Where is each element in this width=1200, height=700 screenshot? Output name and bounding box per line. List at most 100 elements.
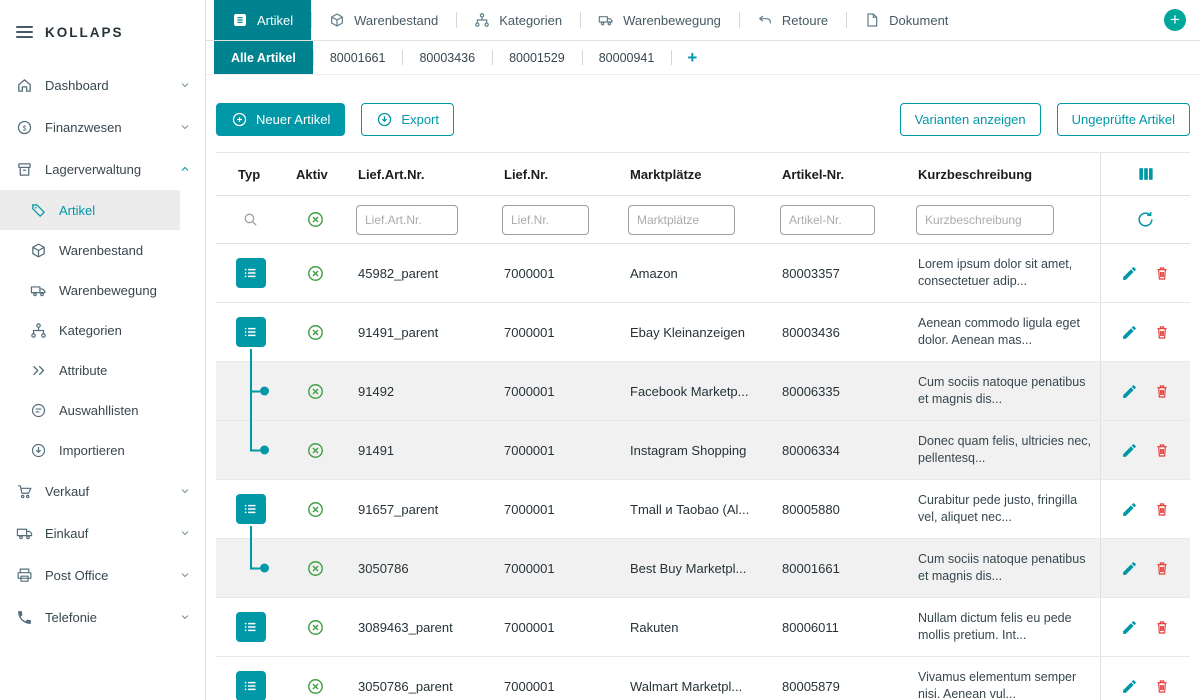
- table-row: 3089463_parent 7000001 Rakuten 80006011 …: [216, 598, 1190, 657]
- trash-icon[interactable]: [1154, 265, 1170, 281]
- export-button[interactable]: Export: [361, 103, 454, 136]
- trash-icon[interactable]: [1154, 619, 1170, 635]
- sidebar-item-importieren[interactable]: Importieren: [0, 430, 205, 470]
- sidebar-item-verkauf[interactable]: Verkauf: [0, 470, 205, 512]
- table-row-child: 91491 7000001 Instagram Shopping 8000633…: [216, 421, 1190, 480]
- actions-cell: [1100, 480, 1190, 538]
- pencil-icon[interactable]: [1121, 383, 1138, 400]
- filter-lief-art-nr-input[interactable]: [356, 205, 458, 235]
- sidebar-item-label: Finanzwesen: [45, 120, 122, 135]
- pencil-icon[interactable]: [1121, 324, 1138, 341]
- list-square-icon[interactable]: [236, 258, 266, 288]
- tab-kategorien[interactable]: Kategorien: [456, 0, 580, 40]
- sidebar-item-finanzwesen[interactable]: $ Finanzwesen: [0, 106, 205, 148]
- list-square-icon[interactable]: [236, 494, 266, 524]
- new-article-button[interactable]: Neuer Artikel: [216, 103, 345, 136]
- subtab-80000941[interactable]: 80000941: [582, 41, 672, 74]
- sidebar-item-warenbewegung[interactable]: Warenbewegung: [0, 270, 205, 310]
- lief-art-nr-cell: 3050786_parent: [346, 679, 492, 694]
- category-tree-icon: [474, 12, 490, 28]
- subtab-alle-artikel[interactable]: Alle Artikel: [214, 41, 313, 74]
- filter-marktplaetze-input[interactable]: [628, 205, 735, 235]
- pencil-icon[interactable]: [1121, 265, 1138, 282]
- subtab-label: 80000941: [599, 51, 655, 65]
- add-tab-button[interactable]: +: [1164, 9, 1186, 31]
- search-icon[interactable]: [242, 211, 259, 228]
- type-cell: [216, 362, 284, 420]
- sidebar-item-attribute[interactable]: Attribute: [0, 350, 205, 390]
- sidebar-item-artikel[interactable]: Artikel: [0, 190, 180, 230]
- trash-icon[interactable]: [1154, 442, 1170, 458]
- tab-warenbestand[interactable]: Warenbestand: [311, 0, 456, 40]
- subtab-label: 80001661: [330, 51, 386, 65]
- list-square-icon[interactable]: [236, 612, 266, 642]
- hamburger-icon[interactable]: [16, 26, 33, 38]
- refresh-icon[interactable]: [1136, 210, 1155, 229]
- green-circle-x-icon[interactable]: [306, 323, 325, 342]
- subtab-80003436[interactable]: 80003436: [402, 41, 492, 74]
- artikel-nr-cell: 80001661: [770, 561, 906, 576]
- actions-cell: [1100, 598, 1190, 656]
- actions-cell: [1100, 244, 1190, 302]
- show-variants-button[interactable]: Varianten anzeigen: [900, 103, 1041, 136]
- green-circle-x-icon[interactable]: [306, 559, 325, 578]
- green-circle-x-icon[interactable]: [306, 500, 325, 519]
- columns-icon[interactable]: [1136, 164, 1156, 184]
- lief-nr-cell: 7000001: [492, 561, 618, 576]
- sidebar-item-post-office[interactable]: Post Office: [0, 554, 205, 596]
- trash-icon[interactable]: [1154, 324, 1170, 340]
- kurzbeschreibung-cell: Donec quam felis, ultricies nec, pellent…: [906, 433, 1100, 467]
- tree-connector-dot: [260, 387, 269, 396]
- sidebar-item-auswahllisten[interactable]: Auswahllisten: [0, 390, 205, 430]
- subtab-label: 80003436: [419, 51, 475, 65]
- truck-icon: [30, 282, 47, 299]
- green-circle-x-icon[interactable]: [306, 264, 325, 283]
- pencil-icon[interactable]: [1121, 678, 1138, 695]
- subtab-80001661[interactable]: 80001661: [313, 41, 403, 74]
- tab-artikel[interactable]: Artikel: [214, 0, 311, 40]
- sidebar-item-dashboard[interactable]: Dashboard: [0, 64, 205, 106]
- green-circle-x-icon[interactable]: [306, 382, 325, 401]
- refresh-cell: [1100, 196, 1190, 243]
- filter-kurzbeschreibung-input[interactable]: [916, 205, 1054, 235]
- type-cell: [216, 539, 284, 597]
- tab-warenbewegung[interactable]: Warenbewegung: [580, 0, 739, 40]
- sidebar-item-kategorien[interactable]: Kategorien: [0, 310, 205, 350]
- green-circle-x-icon[interactable]: [306, 441, 325, 460]
- pencil-icon[interactable]: [1121, 442, 1138, 459]
- sidebar-item-warenbestand[interactable]: Warenbestand: [0, 230, 205, 270]
- header-kurzbeschreibung: Kurzbeschreibung: [906, 167, 1100, 182]
- green-circle-x-icon[interactable]: [306, 677, 325, 696]
- filter-artikel-nr-input[interactable]: [780, 205, 875, 235]
- artikel-nr-cell: 80005879: [770, 679, 906, 694]
- header-artikel-nr: Artikel-Nr.: [770, 167, 906, 182]
- subtab-80001529[interactable]: 80001529: [492, 41, 582, 74]
- sidebar-item-telefonie[interactable]: Telefonie: [0, 596, 205, 638]
- truck-icon: [598, 12, 614, 28]
- list-square-icon[interactable]: [236, 671, 266, 700]
- trash-icon[interactable]: [1154, 560, 1170, 576]
- table-row: 91491_parent 7000001 Ebay Kleinanzeigen …: [216, 303, 1190, 362]
- list-square-icon[interactable]: [236, 317, 266, 347]
- sidebar-item-einkauf[interactable]: Einkauf: [0, 512, 205, 554]
- unverified-articles-button[interactable]: Ungeprüfte Artikel: [1057, 103, 1190, 136]
- lief-nr-cell: 7000001: [492, 266, 618, 281]
- filter-lief-nr-input[interactable]: [502, 205, 589, 235]
- marktplaetze-cell: Tmall и Taobao (Al...: [618, 502, 770, 517]
- sidebar-item-lagerverwaltung[interactable]: Lagerverwaltung: [0, 148, 205, 190]
- pencil-icon[interactable]: [1121, 619, 1138, 636]
- trash-icon[interactable]: [1154, 678, 1170, 694]
- lief-nr-cell: 7000001: [492, 679, 618, 694]
- green-circle-x-icon[interactable]: [306, 618, 325, 637]
- trash-icon[interactable]: [1154, 501, 1170, 517]
- tab-dokument[interactable]: Dokument: [846, 0, 966, 40]
- lief-art-nr-cell: 91491: [346, 443, 492, 458]
- active-filter-toggle-icon[interactable]: [306, 210, 325, 229]
- pencil-icon[interactable]: [1121, 560, 1138, 577]
- tab-retoure[interactable]: Retoure: [739, 0, 846, 40]
- button-label: Varianten anzeigen: [915, 112, 1026, 127]
- pencil-icon[interactable]: [1121, 501, 1138, 518]
- open-article-tab-button[interactable]: +: [671, 41, 713, 74]
- trash-icon[interactable]: [1154, 383, 1170, 399]
- kurzbeschreibung-cell: Cum sociis natoque penatibus et magnis d…: [906, 551, 1100, 585]
